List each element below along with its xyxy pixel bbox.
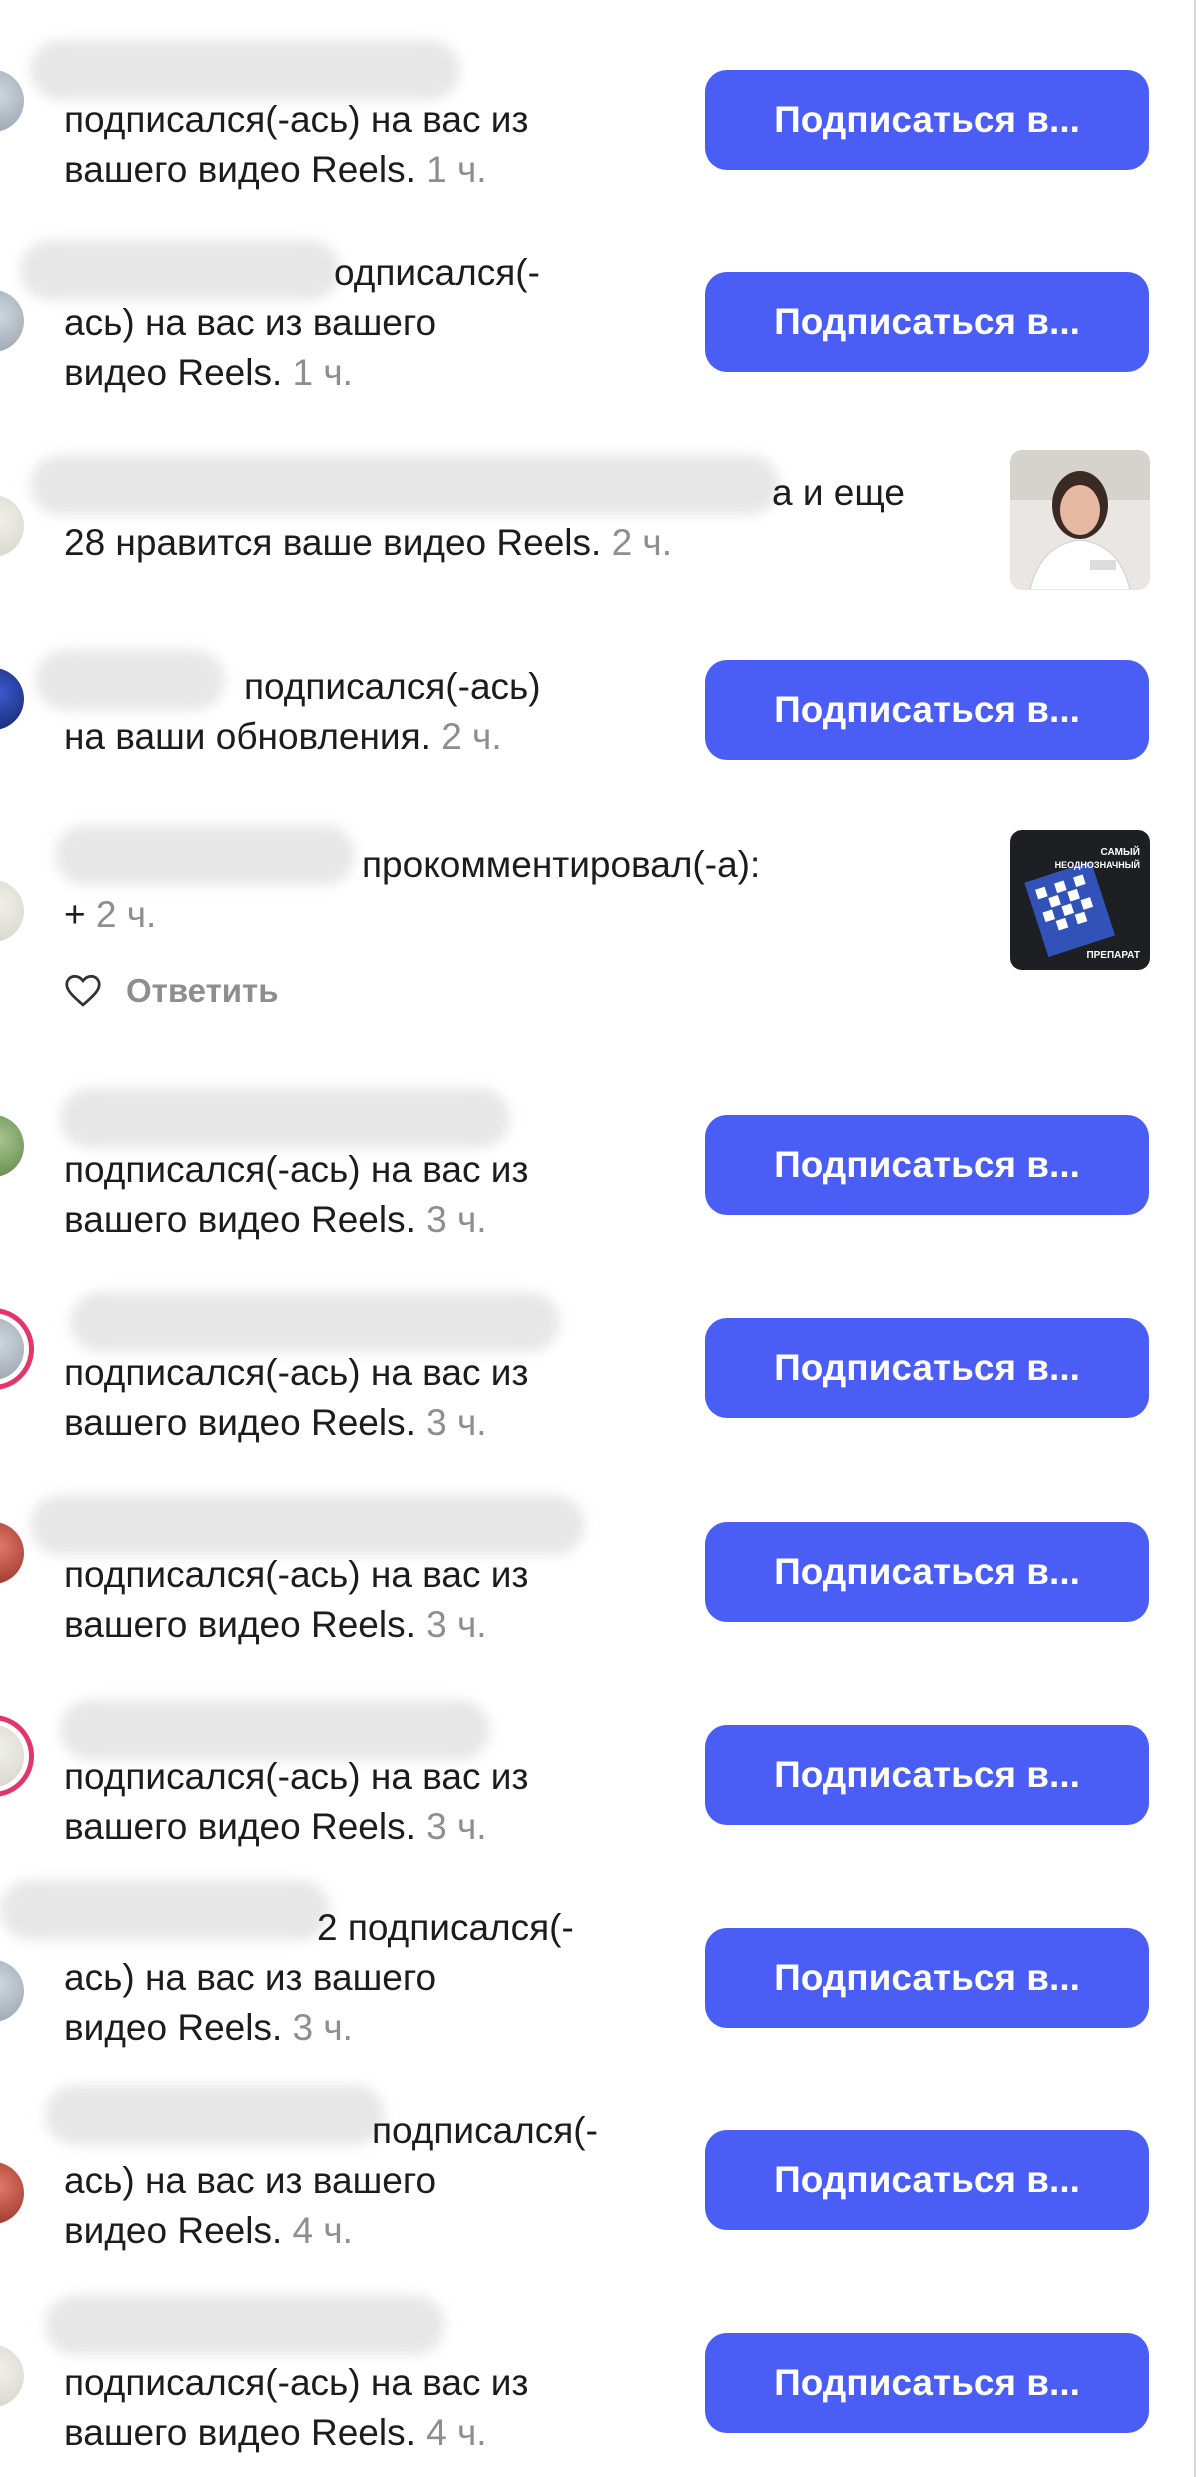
reel-thumbnail-image: САМЫЙ НЕОДНОЗНАЧНЫЙ ПРЕПАРАТ bbox=[1010, 830, 1150, 970]
user-avatar[interactable] bbox=[0, 668, 24, 730]
time-label: 3 ч. bbox=[426, 1199, 487, 1240]
heart-outline-icon[interactable] bbox=[64, 974, 102, 1008]
time-label: 2 ч. bbox=[441, 716, 502, 757]
follow-back-button[interactable]: Подписаться в... bbox=[705, 1725, 1149, 1825]
reel-thumbnail-image bbox=[1010, 450, 1150, 590]
notification-text: подписался(-ась) на вас из вашего видео … bbox=[64, 1554, 529, 1645]
user-avatar[interactable] bbox=[0, 1725, 24, 1787]
thumb-text-bottom: ПРЕПАРАТ bbox=[1086, 950, 1140, 961]
blurred-username bbox=[70, 1292, 560, 1352]
notification-text: подписался(-ась) на ваши обновления. 2 ч… bbox=[64, 666, 541, 757]
reply-action[interactable]: Ответить bbox=[64, 972, 279, 1010]
reel-thumbnail[interactable] bbox=[1010, 450, 1150, 590]
notification-text: подписался(-ась) на вас из вашего видео … bbox=[64, 1352, 529, 1443]
follow-back-button[interactable]: Подписаться в... bbox=[705, 1318, 1149, 1418]
blurred-username bbox=[60, 1700, 490, 1760]
notification-text: подписался(-ась) на вас из вашего видео … bbox=[64, 1149, 529, 1240]
notification-text: подписался(- ась) на вас из вашего видео… bbox=[64, 2110, 598, 2251]
follow-back-button[interactable]: Подписаться в... bbox=[705, 1928, 1149, 2028]
user-avatar[interactable] bbox=[0, 1522, 24, 1584]
time-label: 3 ч. bbox=[426, 1604, 487, 1645]
blurred-username bbox=[60, 1088, 510, 1148]
notification-text: подписался(-ась) на вас из вашего видео … bbox=[64, 2362, 529, 2453]
reel-thumbnail[interactable]: САМЫЙ НЕОДНОЗНАЧНЫЙ ПРЕПАРАТ bbox=[1010, 830, 1150, 970]
follow-back-button[interactable]: Подписаться в... bbox=[705, 2333, 1149, 2433]
user-avatar[interactable] bbox=[0, 1960, 24, 2022]
notification-text: 2 подписался(- ась) на вас из вашего вид… bbox=[64, 1907, 574, 2048]
notification-text: прокомментировал(-а): + 2 ч. bbox=[64, 844, 761, 935]
follow-back-button[interactable]: Подписаться в... bbox=[705, 272, 1149, 372]
time-label: 4 ч. bbox=[426, 2412, 487, 2453]
follow-back-button[interactable]: Подписаться в... bbox=[705, 1522, 1149, 1622]
time-label: 3 ч. bbox=[292, 2007, 353, 2048]
reply-label[interactable]: Ответить bbox=[126, 972, 279, 1010]
user-avatar[interactable] bbox=[0, 1318, 24, 1380]
time-label: 4 ч. bbox=[292, 2210, 353, 2251]
user-avatar[interactable] bbox=[0, 880, 24, 942]
follow-back-button[interactable]: Подписаться в... bbox=[705, 2130, 1149, 2230]
thumb-text-top: САМЫЙ bbox=[1100, 845, 1140, 858]
notification-text: а и еще 28 нравится ваше видео Reels. 2 … bbox=[64, 472, 905, 563]
thumb-text-mid: НЕОДНОЗНАЧНЫЙ bbox=[1055, 859, 1140, 870]
follow-back-button[interactable]: Подписаться в... bbox=[705, 70, 1149, 170]
time-label: 3 ч. bbox=[426, 1806, 487, 1847]
notifications-screen: подписался(-ась) на вас из вашего видео … bbox=[0, 0, 1196, 2477]
notification-text: подписался(-ась) на вас из вашего видео … bbox=[64, 1756, 529, 1847]
notification-text: подписался(-ась) на вас из вашего видео … bbox=[64, 99, 529, 190]
time-label: 2 ч. bbox=[95, 894, 157, 935]
notification-text: одписался(- ась) на вас из вашего видео … bbox=[64, 252, 540, 393]
user-avatar[interactable] bbox=[0, 2345, 24, 2407]
user-avatar[interactable] bbox=[0, 2162, 24, 2224]
follow-back-button[interactable]: Подписаться в... bbox=[705, 1115, 1149, 1215]
time-label: 2 ч. bbox=[611, 522, 672, 563]
blurred-username bbox=[30, 1495, 585, 1555]
user-avatar[interactable] bbox=[0, 1115, 24, 1177]
blurred-username bbox=[45, 2295, 445, 2355]
time-label: 3 ч. bbox=[426, 1402, 487, 1443]
time-label: 1 ч. bbox=[292, 352, 353, 393]
user-avatar[interactable] bbox=[0, 70, 24, 132]
time-label: 1 ч. bbox=[426, 149, 487, 190]
blurred-username bbox=[30, 40, 460, 100]
user-avatar[interactable] bbox=[0, 290, 24, 352]
follow-back-button[interactable]: Подписаться в... bbox=[705, 660, 1149, 760]
user-avatar[interactable] bbox=[0, 495, 24, 557]
